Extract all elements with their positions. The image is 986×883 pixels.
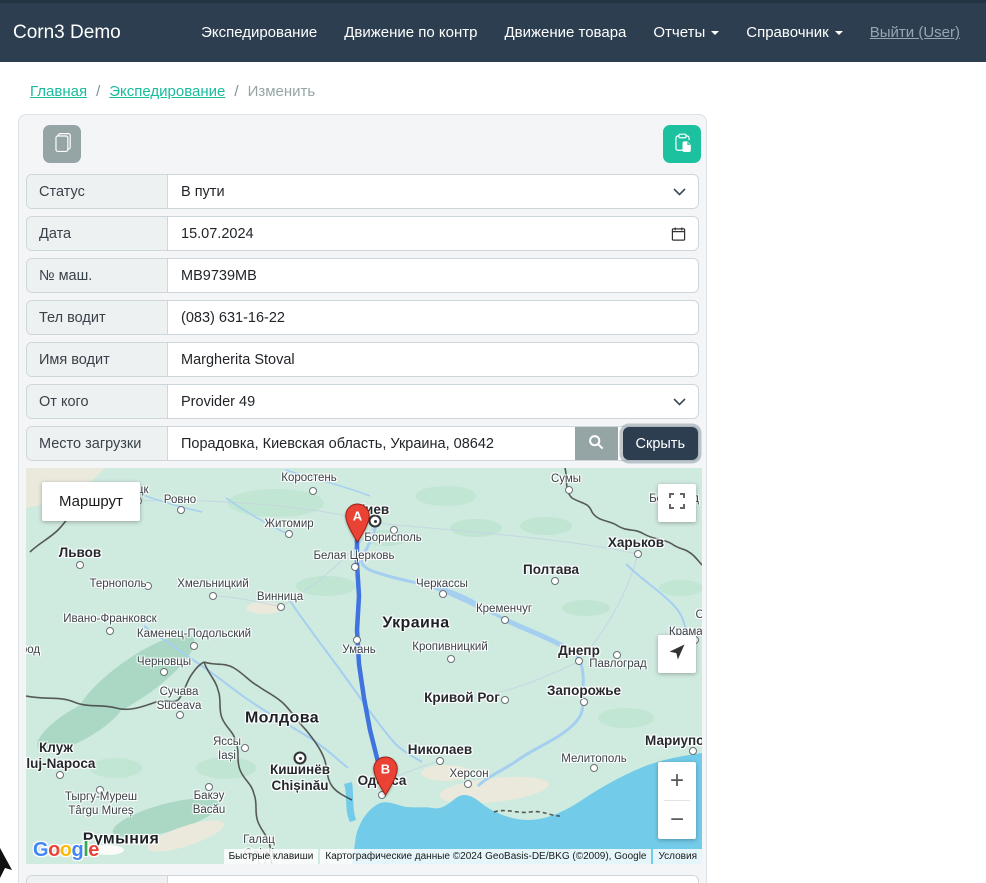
google-logo[interactable]: Google — [33, 839, 99, 862]
search-button[interactable] — [575, 427, 618, 460]
breadcrumb-item[interactable]: Экспедирование — [109, 83, 225, 100]
svg-text:A: A — [352, 509, 362, 524]
nav-item[interactable]: Справочник — [746, 24, 843, 41]
app-brand[interactable]: Corn3 Demo — [13, 22, 121, 44]
nav-item[interactable]: Движение по контр — [344, 24, 477, 41]
fullscreen-icon — [668, 492, 686, 515]
field-to-buyer[interactable]: Buyer 144 — [168, 876, 698, 883]
terrain-mountains — [30, 621, 223, 845]
map-route-button[interactable]: Маршрут — [42, 482, 140, 521]
field-value: Порадовка, Киевская область, Украина, 08… — [181, 436, 494, 452]
form-row-driver-name: Имя водит Margherita Stoval — [26, 342, 699, 377]
breadcrumb-separator: / — [96, 83, 100, 100]
field-status[interactable]: В пути — [168, 175, 698, 208]
map[interactable]: КоростеньСумыЛуцкРовноБелгородЖитомирКие… — [26, 468, 702, 864]
form-row-driver-phone: Тел водит (083) 631-16-22 — [26, 300, 699, 335]
zoom-in-button[interactable]: + — [658, 762, 696, 800]
navbar: Corn3 Demo Экспедирование Движение по кон… — [0, 0, 986, 62]
estuary — [344, 782, 356, 822]
field-label-driver-name: Имя водит — [27, 343, 168, 376]
field-value: 15.07.2024 — [181, 226, 254, 242]
map-terms-link[interactable]: Условия — [653, 849, 702, 864]
form-row-loading-place: Место загрузки Порадовка, Киевская област… — [26, 426, 699, 461]
field-value: Provider 49 — [181, 394, 255, 410]
chevron-down-icon — [835, 31, 843, 35]
field-label-to-buyer: Кому — [27, 876, 168, 883]
map-attribution-bar: Быстрые клавиши Картографические данные … — [224, 849, 702, 864]
svg-text:B: B — [380, 762, 389, 777]
zoom-control: + − — [658, 762, 696, 839]
field-label-date: Дата — [27, 217, 168, 250]
terrain-green-patches — [90, 486, 702, 779]
form-row-from-provider: От кого Provider 49 — [26, 384, 699, 419]
chevron-down-icon — [673, 188, 686, 196]
copy-button[interactable] — [43, 125, 81, 163]
card-toolbar — [43, 125, 701, 163]
navigation-arrow-icon — [667, 642, 687, 667]
field-from-provider[interactable]: Provider 49 — [168, 385, 698, 418]
fullscreen-button[interactable] — [658, 484, 696, 522]
field-truck-number[interactable]: MB9739MB — [168, 259, 698, 292]
nav-menu: Экспедирование Движение по контр Движение … — [201, 24, 960, 41]
breadcrumb: Главная / Экспедирование / Изменить — [30, 83, 986, 100]
zoom-out-button[interactable]: − — [658, 801, 696, 839]
paste-button[interactable] — [663, 125, 701, 163]
files-copy-icon — [53, 133, 72, 155]
nav-item[interactable]: Экспедирование — [201, 24, 317, 41]
hide-map-button[interactable]: Скрыть — [623, 427, 699, 460]
map-shortcuts-link[interactable]: Быстрые клавиши — [224, 849, 319, 864]
logout-link[interactable]: Выйти (User) — [870, 24, 960, 41]
chevron-down-icon — [711, 31, 719, 35]
breadcrumb-item: Изменить — [248, 83, 316, 100]
field-value: В пути — [181, 184, 225, 200]
map-marker-a[interactable]: A — [344, 503, 371, 548]
form-row-date: Дата 15.07.2024 — [26, 216, 699, 251]
breadcrumb-item[interactable]: Главная — [30, 83, 87, 100]
field-value: MB9739MB — [181, 268, 257, 284]
nav-item[interactable]: Движение товара — [504, 24, 626, 41]
search-icon — [588, 434, 604, 453]
form-row-truck-number: № маш. MB9739MB — [26, 258, 699, 293]
map-marker-b[interactable]: B — [372, 756, 399, 801]
field-label-from-provider: От кого — [27, 385, 168, 418]
mouse-cursor — [0, 848, 14, 883]
route-polyline — [357, 540, 384, 786]
field-value: (083) 631-16-22 — [181, 310, 285, 326]
black-sea — [352, 753, 702, 864]
chevron-down-icon — [673, 398, 686, 406]
field-driver-phone[interactable]: (083) 631-16-22 — [168, 301, 698, 334]
expedition-form-card: Статус В пути Дата 15.07.2024 № маш. MB9739MB… — [18, 114, 707, 883]
form-row-status: Статус В пути — [26, 174, 699, 209]
map-data-attribution: Картографические данные ©2024 GeoBasis-D… — [320, 849, 651, 864]
field-value: Margherita Stoval — [181, 352, 295, 368]
field-loading-place[interactable]: Порадовка, Киевская область, Украина, 08… — [168, 427, 575, 460]
breadcrumb-separator: / — [234, 83, 238, 100]
field-label-truck-number: № маш. — [27, 259, 168, 292]
clipboard-paste-icon — [673, 133, 692, 155]
my-location-button[interactable] — [658, 635, 696, 673]
field-label-loading-place: Место загрузки — [27, 427, 168, 460]
rivers — [122, 470, 694, 786]
form-row-to-buyer: КомуBuyer 144 — [26, 875, 699, 883]
field-driver-name[interactable]: Margherita Stoval — [168, 343, 698, 376]
calendar-icon[interactable] — [671, 226, 686, 241]
nav-item[interactable]: Отчеты — [653, 24, 719, 41]
field-label-status: Статус — [27, 175, 168, 208]
field-label-driver-phone: Тел водит — [27, 301, 168, 334]
field-date[interactable]: 15.07.2024 — [168, 217, 698, 250]
